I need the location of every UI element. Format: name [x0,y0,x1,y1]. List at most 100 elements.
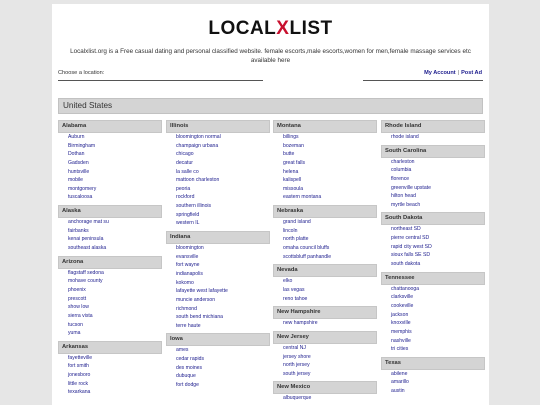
city-link[interactable]: south jersey [273,370,377,379]
city-link[interactable]: dubuque [166,372,270,381]
city-link[interactable]: lafayette west lafayette [166,287,270,296]
city-link[interactable]: texarkana [58,388,162,397]
city-link[interactable]: albuquerque [273,394,377,403]
city-link[interactable]: fairbanks [58,227,162,236]
city-link[interactable]: scottsbluff panhandle [273,253,377,262]
city-link[interactable]: rapid city west SD [381,243,485,252]
location-field[interactable] [58,80,263,81]
city-link[interactable]: chicago [166,150,270,159]
city-link[interactable]: las vegas [273,286,377,295]
city-link[interactable]: flagstaff sedona [58,269,162,278]
city-link[interactable]: cedar rapids [166,355,270,364]
city-link[interactable]: show low [58,303,162,312]
city-link[interactable]: fayetteville [58,354,162,363]
state-header[interactable]: Rhode Island [381,120,485,133]
city-link[interactable]: mobile [58,176,162,185]
city-link[interactable]: fort wayne [166,261,270,270]
city-link[interactable]: Birmingham [58,142,162,151]
city-link[interactable]: indianapolis [166,270,270,279]
city-link[interactable]: abilene [381,370,485,379]
city-link[interactable]: little rock [58,380,162,389]
city-link[interactable]: billings [273,133,377,142]
city-link[interactable]: elko [273,277,377,286]
state-header[interactable]: Alaska [58,205,162,219]
state-header[interactable]: South Dakota [381,212,485,226]
city-link[interactable]: des moines [166,364,270,373]
city-link[interactable]: decatur [166,159,270,168]
city-link[interactable]: evansville [166,253,270,262]
city-link[interactable]: jonesboro [58,371,162,380]
city-link[interactable]: Gadsden [58,159,162,168]
city-link[interactable]: myrtle beach [381,201,485,210]
city-link[interactable]: champaign urbana [166,142,270,151]
state-header[interactable]: New Hampshire [273,306,377,320]
city-link[interactable]: Dothan [58,150,162,159]
state-header[interactable]: Tennessee [381,271,485,285]
state-header[interactable]: Alabama [58,120,162,133]
state-header[interactable]: Iowa [166,333,270,347]
city-link[interactable]: kalispell [273,176,377,185]
city-link[interactable]: omaha council bluffs [273,244,377,253]
city-link[interactable]: sioux falls SE SD [381,251,485,260]
city-link[interactable]: bozeman [273,142,377,151]
city-link[interactable]: mohave county [58,277,162,286]
city-link[interactable]: south bend michiana [166,313,270,322]
post-ad-link[interactable]: Post Ad [461,70,482,76]
city-link[interactable]: yuma [58,329,162,338]
city-link[interactable]: fort smith [58,362,162,371]
city-link[interactable]: southern illinois [166,202,270,211]
city-link[interactable]: kokomo [166,279,270,288]
city-link[interactable]: mattoon charleston [166,176,270,185]
city-link[interactable]: northeast SD [381,225,485,234]
city-link[interactable]: bloomington normal [166,133,270,142]
city-link[interactable]: butte [273,150,377,159]
city-link[interactable]: sierra vista [58,312,162,321]
state-header[interactable]: Arkansas [58,340,162,354]
state-header[interactable]: Nebraska [273,205,377,219]
city-link[interactable]: prescott [58,295,162,304]
state-header[interactable]: Montana [273,120,377,133]
city-link[interactable]: florence [381,175,485,184]
city-link[interactable]: jackson [381,311,485,320]
city-link[interactable]: southeast alaska [58,244,162,253]
city-link[interactable]: terre haute [166,322,270,331]
city-link[interactable]: ames [166,346,270,355]
city-link[interactable]: amarillo [381,378,485,387]
city-link[interactable]: memphis [381,328,485,337]
state-header[interactable]: Texas [381,356,485,370]
city-link[interactable]: peoria [166,185,270,194]
city-link[interactable]: new hampshire [273,319,377,328]
city-link[interactable]: anchorage mat su [58,218,162,227]
city-link[interactable]: great falls [273,159,377,168]
city-link[interactable]: lincoln [273,227,377,236]
state-header[interactable]: Illinois [166,120,270,133]
city-link[interactable]: central NJ [273,344,377,353]
city-link[interactable]: north jersey [273,361,377,370]
site-logo[interactable]: LOCALXLIST [52,18,489,40]
city-link[interactable]: columbia [381,166,485,175]
city-link[interactable]: eastern montana [273,193,377,202]
city-link[interactable]: springfield [166,211,270,220]
city-link[interactable]: montgomery [58,185,162,194]
city-link[interactable]: knoxville [381,319,485,328]
city-link[interactable]: jersey shore [273,353,377,362]
city-link[interactable]: reno tahoe [273,295,377,304]
city-link[interactable]: missoula [273,185,377,194]
state-header[interactable]: Indiana [166,231,270,245]
city-link[interactable]: kenai peninsula [58,235,162,244]
city-link[interactable]: Auburn [58,133,162,142]
city-link[interactable]: rockford [166,193,270,202]
state-header[interactable]: New Mexico [273,381,377,395]
city-link[interactable]: grand island [273,218,377,227]
city-link[interactable]: chattanooga [381,285,485,294]
city-link[interactable]: bloomington [166,244,270,253]
state-header[interactable]: Arizona [58,255,162,269]
city-link[interactable]: helena [273,168,377,177]
city-link[interactable]: austin [381,387,485,396]
city-link[interactable]: clarksville [381,293,485,302]
my-account-link[interactable]: My Account [424,70,456,76]
city-link[interactable]: greenville upstate [381,184,485,193]
city-link[interactable]: hilton head [381,192,485,201]
city-link[interactable]: rhode island [381,133,485,142]
city-link[interactable]: muncie anderson [166,296,270,305]
